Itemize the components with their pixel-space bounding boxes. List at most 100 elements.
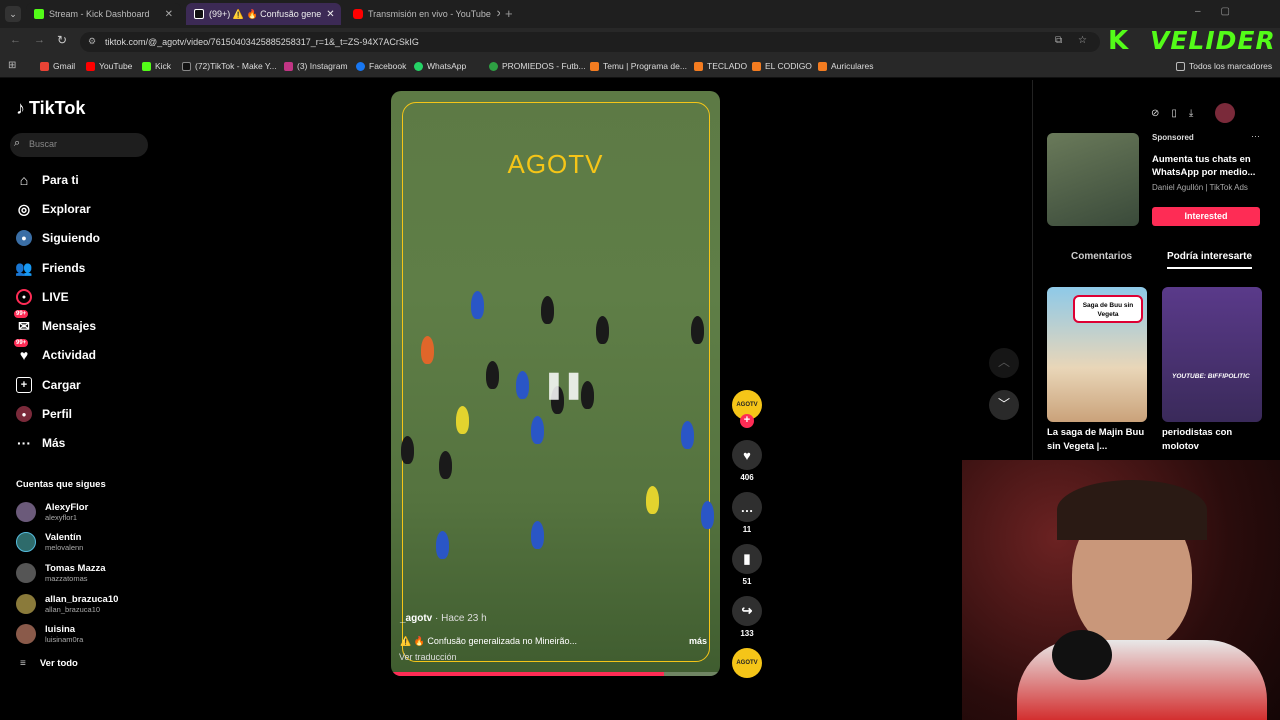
forward-icon[interactable]: → [34, 34, 45, 46]
share-button[interactable]: ↪ 133 [732, 596, 762, 638]
video-player[interactable]: AGOTV ❚❚ _agotv · Hace 23 h ⚠️ 🔥 Confusã… [391, 91, 720, 676]
bookmark-temu[interactable]: Temu | Programa de... [590, 61, 687, 71]
next-video-button[interactable]: ﹀ [989, 390, 1019, 420]
progress-track[interactable] [391, 672, 720, 676]
nav-cargar[interactable]: + Cargar [16, 377, 81, 393]
list-icon: ≡ [20, 658, 26, 669]
bookmark-gmail[interactable]: Gmail [40, 61, 75, 71]
following-item[interactable]: AlexyFlor alexyflor1 [16, 502, 88, 522]
bookmark-label: Todos los marcadores [1189, 61, 1273, 71]
more-options-icon[interactable]: ··· [1251, 131, 1260, 141]
nav-friends[interactable]: 👥 Friends [15, 260, 86, 276]
back-icon[interactable]: ← [10, 34, 21, 46]
following-item[interactable]: Valentín melovalenn [16, 532, 83, 552]
ad-title[interactable]: Aumenta tus chats en WhatsApp por medio.… [1152, 153, 1274, 179]
tiktok-icon [194, 9, 204, 19]
avatar [16, 502, 36, 522]
interested-button[interactable]: Interested [1152, 207, 1260, 226]
bookmark-instagram[interactable]: (3) Instagram [284, 61, 348, 71]
search-icon: ⌕ [14, 137, 21, 149]
tab-youtube[interactable]: Transmisión en vivo - YouTube ✕ [345, 3, 500, 25]
promiedos-icon [489, 61, 498, 71]
tab-podria-interesarte[interactable]: Podría interesarte [1167, 251, 1253, 269]
bookmark-teclado[interactable]: TECLADO [694, 61, 747, 71]
save-button[interactable]: ▮ 51 [732, 544, 762, 586]
tab-search-icon[interactable]: ⌄ [5, 6, 21, 22]
following-title: Cuentas que sigues [16, 479, 106, 490]
compass-icon: ◎ [17, 200, 31, 217]
address-bar[interactable]: ⚙ tiktok.com/@_agotv/video/7615040342588… [80, 32, 1100, 52]
nav-mensajes[interactable]: ✉ 99+ Mensajes [14, 310, 96, 334]
close-icon[interactable]: ✕ [496, 9, 500, 20]
avatar [16, 624, 36, 644]
see-all-link[interactable]: ≡ Ver todo [16, 658, 78, 669]
window-controls[interactable]: –▢ [1195, 6, 1250, 17]
bookmark-whatsapp[interactable]: WhatsApp [414, 61, 466, 71]
bookmark-icon: ▮ [732, 544, 762, 574]
new-tab-button[interactable]: + [505, 6, 513, 21]
previous-video-button[interactable]: ︿ [989, 348, 1019, 378]
bookmark-label: (3) Instagram [297, 61, 348, 71]
close-icon[interactable]: ✕ [326, 9, 334, 20]
tiktok-logo[interactable]: ♪ TikTok [16, 98, 85, 119]
author-avatar-button[interactable]: AGOTV + [732, 390, 762, 428]
ad-thumbnail[interactable] [1047, 133, 1139, 226]
comment-button[interactable]: … 11 [732, 492, 762, 534]
tab-comentarios[interactable]: Comentarios [1071, 251, 1132, 262]
nav-mas[interactable]: ··· Más [16, 435, 65, 451]
recommendation-thumbnail[interactable]: YOUTUBE: BIFFIPOLITIC [1162, 287, 1262, 422]
all-bookmarks[interactable]: Todos los marcadores [1176, 61, 1272, 71]
bookmark-auriculares[interactable]: Auriculares [818, 61, 874, 71]
folder-icon [1176, 61, 1185, 71]
recommendation-title[interactable]: La saga de Majin Buu sin Vegeta |... [1047, 426, 1147, 454]
recommendation-thumbnail[interactable]: Saga de Buu sin Vegeta [1047, 287, 1147, 422]
search-input[interactable]: ⌕ Buscar [10, 133, 148, 157]
follow-plus-icon[interactable]: + [740, 414, 754, 428]
bookmark-star-icon[interactable]: ☆ [1078, 35, 1087, 46]
caption-more-link[interactable]: más [689, 636, 707, 646]
video-author[interactable]: _agotv [400, 613, 432, 624]
device-icon[interactable]: ▯ [1171, 108, 1177, 119]
close-icon[interactable]: ✕ [165, 9, 173, 20]
bookmark-kick[interactable]: Kick [142, 61, 171, 71]
bookmark-youtube[interactable]: YouTube [86, 61, 132, 71]
reload-icon[interactable]: ↻ [57, 33, 67, 47]
nav-actividad[interactable]: ♥ 99+ Actividad [14, 339, 96, 363]
music-disc-button[interactable]: AGOTV [732, 648, 762, 681]
nav-siguiendo[interactable]: ● Siguiendo [16, 230, 100, 246]
compass-icon[interactable]: ⊘ [1151, 108, 1159, 119]
following-item[interactable]: luisina luisinam0ra [16, 624, 83, 644]
disc-text: AGOTV [736, 660, 758, 666]
heart-icon: ♥ [732, 440, 762, 470]
microphone [1052, 630, 1112, 680]
apps-icon[interactable]: ⊞ [8, 60, 16, 71]
download-icon[interactable]: ⤓ [1189, 108, 1193, 119]
video-caption: ⚠️ 🔥 Confusão generalizada no Mineirão..… [400, 636, 578, 646]
nav-para-ti[interactable]: ⌂ Para ti [16, 172, 79, 188]
bookmark-tiktok[interactable]: (72)TikTok - Make Y... [182, 61, 277, 71]
like-button[interactable]: ♥ 406 [732, 440, 762, 482]
sponsored-label: Sponsored [1152, 133, 1194, 142]
recommendation-title[interactable]: periodistas con molotov [1162, 426, 1262, 454]
nav-label: Friends [42, 261, 86, 275]
tiktok-icon: ♪ [16, 98, 25, 118]
install-icon[interactable]: ⧉ [1055, 35, 1062, 46]
nav-perfil[interactable]: ● Perfil [16, 406, 72, 422]
bookmark-promiedos[interactable]: PROMIEDOS - Futb... [489, 61, 586, 71]
thumbnail-caption: YOUTUBE: BIFFIPOLITIC [1172, 373, 1250, 380]
following-item[interactable]: allan_brazuca10 allan_brazuca10 [16, 594, 118, 614]
translate-link[interactable]: Ver traducción [399, 652, 457, 662]
nav-label: LIVE [42, 290, 69, 304]
streamer-hair [1057, 480, 1207, 540]
bookmark-facebook[interactable]: Facebook [356, 61, 406, 71]
tab-tiktok-active[interactable]: (99+) ⚠️ 🔥 Confusão gene ✕ [186, 3, 341, 25]
tab-kick[interactable]: Stream - Kick Dashboard ✕ [26, 3, 181, 25]
profile-avatar[interactable] [1215, 103, 1236, 123]
following-item[interactable]: Tomas Mazza mazzatomas [16, 563, 106, 583]
bookmark-el-codigo[interactable]: EL CODIGO [752, 61, 812, 71]
temu-icon [694, 61, 703, 71]
site-info-icon[interactable]: ⚙ [88, 36, 96, 47]
nav-live[interactable]: ● LIVE [16, 289, 69, 305]
pause-icon[interactable]: ❚❚ [543, 369, 585, 400]
nav-explorar[interactable]: ◎ Explorar [16, 201, 91, 217]
